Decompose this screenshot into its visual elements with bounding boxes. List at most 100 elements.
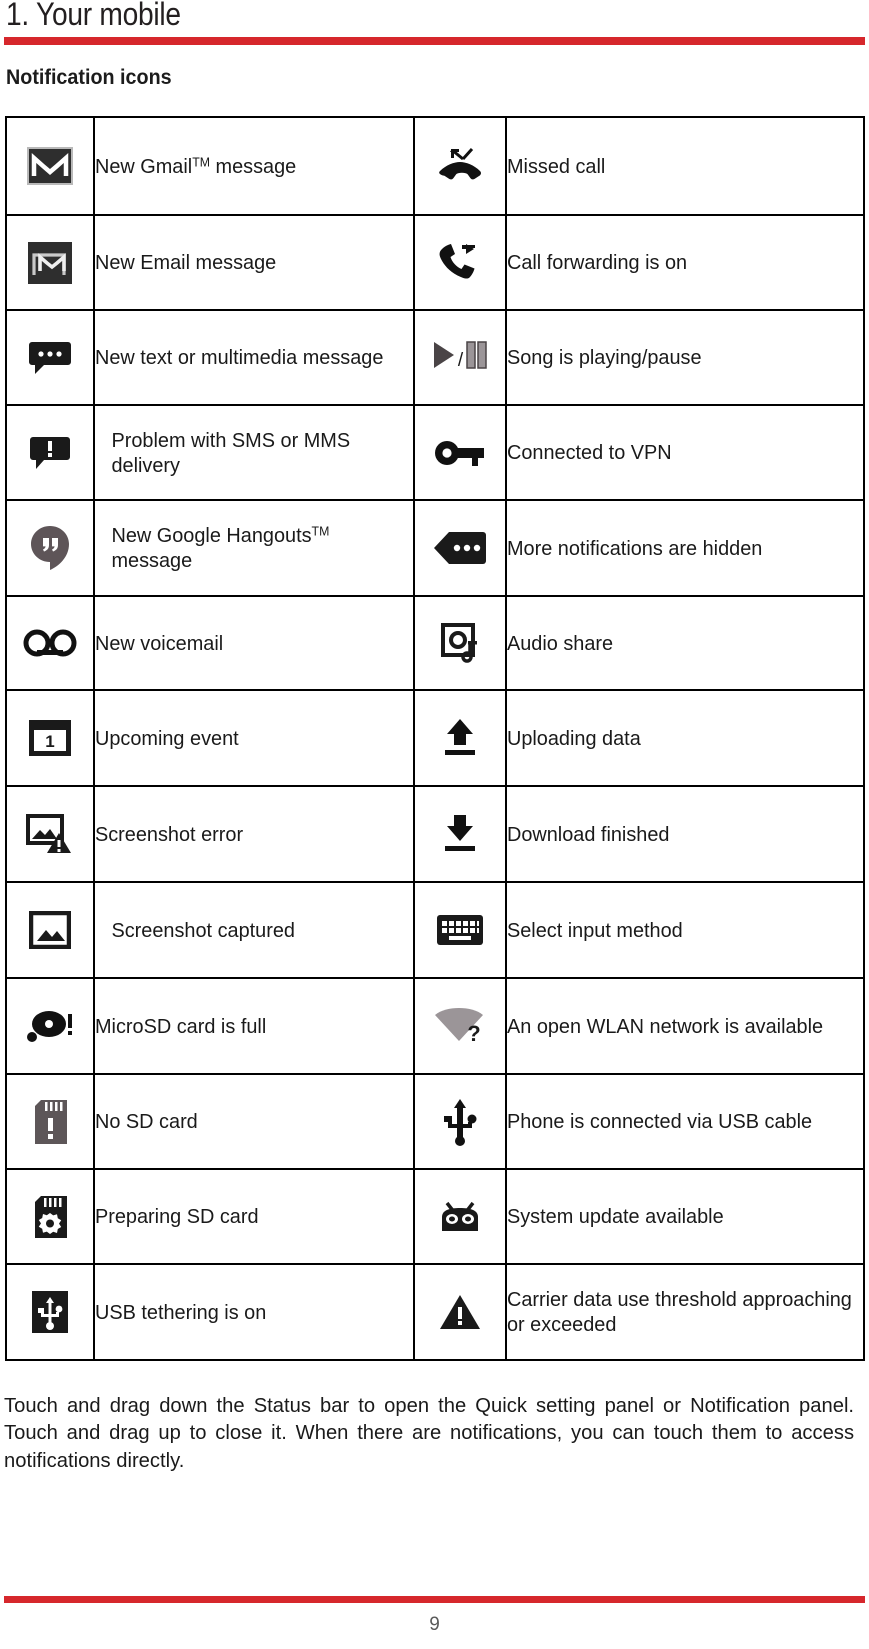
call-forwarding-icon bbox=[436, 241, 484, 285]
icon-cell bbox=[5, 881, 95, 979]
download-icon bbox=[440, 813, 480, 855]
icon-cell bbox=[5, 1168, 95, 1265]
icon-cell bbox=[5, 499, 95, 597]
row-label: Missed call bbox=[505, 116, 855, 216]
gmail-icon bbox=[27, 147, 73, 185]
preparing-sd-card-icon bbox=[33, 1195, 67, 1239]
row-label: New Google HangoutsTM message bbox=[93, 499, 406, 597]
row-label: Song is playing/pause bbox=[505, 309, 855, 406]
row-label: Phone is connected via USB cable bbox=[505, 1073, 855, 1170]
icon-cell bbox=[5, 1263, 95, 1361]
svg-text:1: 1 bbox=[45, 732, 54, 751]
hangouts-icon bbox=[30, 525, 70, 571]
table-row: New Email message Call forwarding is on bbox=[5, 214, 864, 311]
page-title: 1. Your mobile bbox=[6, 0, 181, 32]
more-notifications-icon bbox=[433, 531, 487, 565]
row-label: Upcoming event bbox=[93, 689, 406, 787]
missed-call-icon bbox=[436, 146, 484, 186]
icon-cell bbox=[413, 214, 507, 311]
row-label: System update available bbox=[505, 1168, 855, 1265]
icon-cell bbox=[413, 1263, 507, 1361]
slash-separator: / bbox=[457, 349, 464, 371]
open-wlan-icon: ? bbox=[433, 1007, 487, 1046]
screenshot-captured-icon bbox=[28, 910, 72, 950]
usb-icon bbox=[440, 1098, 480, 1146]
table-row: New Google HangoutsTM message More notif… bbox=[5, 499, 864, 597]
notification-icons-table: New GmailTM message Missed call New Emai… bbox=[5, 116, 865, 1361]
icon-cell bbox=[5, 595, 95, 691]
icon-cell bbox=[413, 881, 507, 979]
icon-cell bbox=[413, 689, 507, 787]
footer-rule bbox=[4, 1596, 865, 1603]
table-row: Preparing SD card System update availabl… bbox=[5, 1168, 864, 1265]
row-label: Problem with SMS or MMS delivery bbox=[93, 404, 406, 501]
screenshot-error-icon bbox=[26, 813, 74, 855]
row-label: Carrier data use threshold approaching o… bbox=[505, 1263, 855, 1361]
warning-icon bbox=[439, 1293, 481, 1331]
icon-cell bbox=[5, 214, 95, 311]
usb-tethering-icon bbox=[30, 1289, 70, 1335]
row-label: New GmailTM message bbox=[93, 116, 406, 216]
row-label: No SD card bbox=[93, 1073, 406, 1170]
row-label: Download finished bbox=[505, 785, 855, 883]
icon-cell bbox=[413, 595, 507, 691]
icon-cell bbox=[5, 1073, 95, 1170]
icon-cell bbox=[413, 1168, 507, 1265]
row-label: Screenshot captured bbox=[93, 881, 406, 979]
row-label: More notifications are hidden bbox=[505, 499, 855, 597]
row-label: Audio share bbox=[505, 595, 855, 691]
icon-cell bbox=[5, 116, 95, 216]
icon-cell bbox=[5, 785, 95, 883]
table-row: Screenshot error Download finished bbox=[5, 785, 864, 883]
table-row: MicroSD card is full ? An open WLAN netw… bbox=[5, 977, 864, 1075]
row-label: New text or multimedia message bbox=[93, 309, 406, 406]
icon-cell: ? bbox=[413, 977, 507, 1075]
icon-cell: 1 bbox=[5, 689, 95, 787]
row-label: Select input method bbox=[505, 881, 855, 979]
section-heading: Notification icons bbox=[6, 66, 172, 89]
label-tail: message bbox=[111, 549, 193, 572]
header-rule bbox=[4, 37, 865, 45]
table-row: New voicemail Audio share bbox=[5, 595, 864, 691]
no-sd-card-icon bbox=[33, 1099, 67, 1145]
icon-cell bbox=[413, 404, 507, 501]
row-label: Uploading data bbox=[505, 689, 855, 787]
android-update-icon bbox=[436, 1199, 484, 1235]
page-number: 9 bbox=[429, 1614, 440, 1635]
play-pause-icon: / bbox=[431, 340, 489, 370]
upload-icon bbox=[440, 717, 480, 759]
sms-message-icon bbox=[27, 338, 73, 378]
sms-problem-icon bbox=[28, 433, 72, 473]
icon-cell bbox=[413, 499, 507, 597]
row-label: New Email message bbox=[93, 214, 406, 311]
icon-cell bbox=[413, 116, 507, 216]
label-tail: message bbox=[210, 154, 297, 178]
audio-share-icon bbox=[439, 621, 481, 665]
icon-cell bbox=[413, 785, 507, 883]
keyboard-icon bbox=[436, 912, 484, 948]
table-row: Problem with SMS or MMS delivery Connect… bbox=[5, 404, 864, 501]
manual-page: 1. Your mobile Notification icons New Gm… bbox=[0, 0, 869, 1649]
trademark-mark: TM bbox=[311, 523, 330, 539]
email-icon bbox=[27, 241, 73, 285]
icon-cell bbox=[5, 309, 95, 406]
row-label: An open WLAN network is available bbox=[505, 977, 855, 1075]
icon-cell bbox=[5, 404, 95, 501]
row-label: Preparing SD card bbox=[93, 1168, 406, 1265]
row-label: Screenshot error bbox=[93, 785, 406, 883]
row-label: MicroSD card is full bbox=[93, 977, 406, 1075]
table-row: No SD card Phone is connected via USB ca… bbox=[5, 1073, 864, 1170]
row-label: USB tethering is on bbox=[93, 1263, 406, 1361]
row-label: Call forwarding is on bbox=[505, 214, 855, 311]
label-text: New Gmail bbox=[94, 154, 193, 178]
body-paragraph: Touch and drag down the Status bar to op… bbox=[4, 1394, 855, 1472]
icon-cell bbox=[413, 1073, 507, 1170]
label-text: New Google Hangouts bbox=[111, 524, 312, 547]
vpn-key-icon bbox=[434, 438, 486, 468]
svg-text:?: ? bbox=[467, 1021, 480, 1045]
icon-cell bbox=[5, 977, 95, 1075]
icon-cell: / bbox=[413, 309, 507, 406]
row-label: New voicemail bbox=[93, 595, 406, 691]
table-row: New text or multimedia message / Song is… bbox=[5, 309, 864, 406]
microsd-full-icon bbox=[25, 1008, 75, 1044]
